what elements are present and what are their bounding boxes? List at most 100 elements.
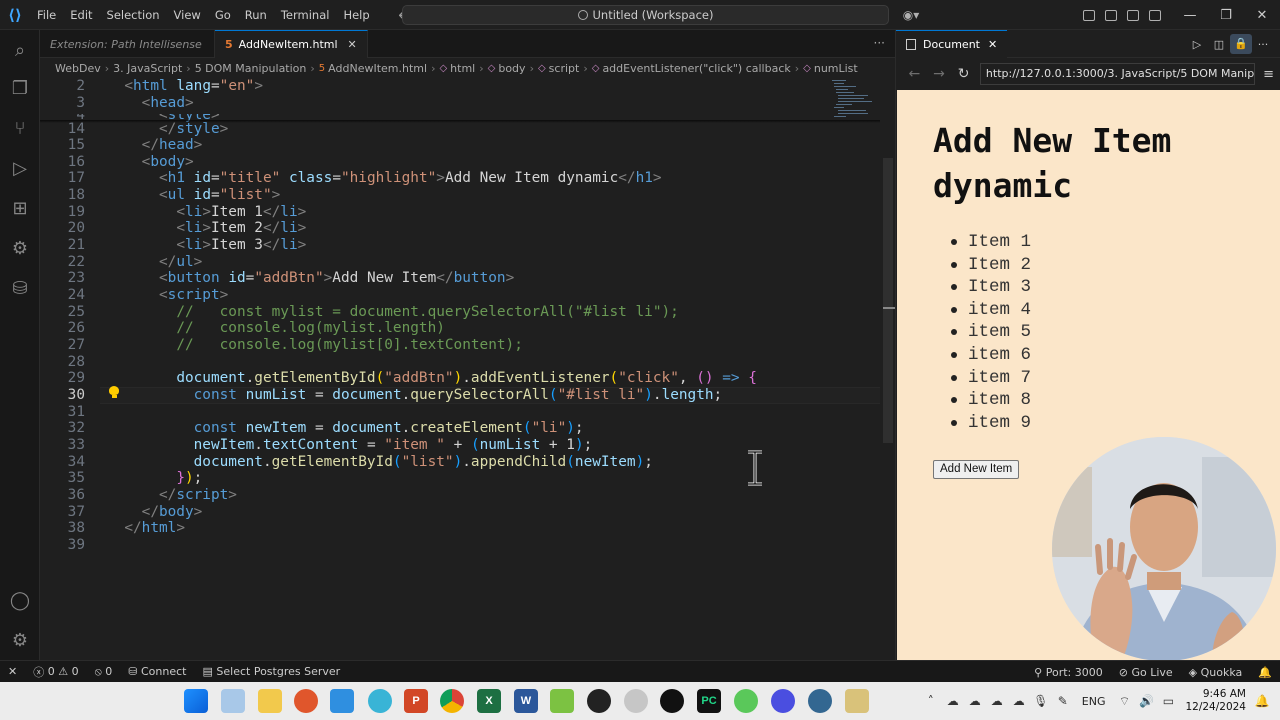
add-new-item-button[interactable]: Add New Item	[933, 460, 1020, 479]
problems-indicator[interactable]: ⓧ 0 ⚠ 0	[25, 664, 86, 680]
minimap[interactable]	[830, 78, 880, 128]
github-icon[interactable]	[587, 689, 611, 713]
search-icon[interactable]: ⌕	[0, 30, 40, 70]
browser-back-icon[interactable]: ←	[902, 66, 927, 82]
tab-document[interactable]: Document ✕	[896, 29, 1008, 58]
quokka-button[interactable]: ◈ Quokka	[1181, 666, 1251, 679]
port-indicator[interactable]: ⚲ Port: 3000	[1026, 666, 1111, 679]
code-line[interactable]: 14 </style>	[40, 121, 880, 138]
telegram-icon[interactable]	[368, 689, 392, 713]
code-line[interactable]: 29 document.getElementById("addBtn").add…	[40, 370, 880, 387]
app-icon-4[interactable]	[734, 689, 758, 713]
copilot-icon[interactable]: ◉▾	[900, 0, 922, 30]
app-icon-3[interactable]	[624, 689, 648, 713]
tiktok-icon[interactable]	[660, 689, 684, 713]
reload-icon[interactable]: ↻	[951, 66, 976, 82]
code-line[interactable]: 17 <h1 id="title" class="highlight">Add …	[40, 170, 880, 187]
breadcrumb-item[interactable]: AddNewItem.html	[328, 62, 427, 75]
database-icon[interactable]: ⛁	[0, 268, 40, 308]
vscode-taskbar-icon[interactable]	[330, 689, 354, 713]
onedrive-2-icon[interactable]: ☁	[986, 694, 1008, 708]
language-indicator[interactable]: ENG	[1082, 695, 1106, 708]
breadcrumb-item[interactable]: WebDev	[55, 62, 101, 75]
chevron-up-icon[interactable]: ˄	[920, 694, 942, 708]
code-line[interactable]: 28	[40, 354, 880, 371]
code-line[interactable]: 36 </script>	[40, 487, 880, 504]
postgres-icon[interactable]	[808, 689, 832, 713]
onedrive-3-icon[interactable]: ☁	[1008, 694, 1030, 708]
ports-indicator[interactable]: ⦸ 0	[87, 665, 121, 679]
code-line[interactable]: 30 const numList = document.querySelecto…	[40, 387, 880, 404]
restore-icon[interactable]: ❐	[1208, 0, 1244, 30]
remote-explorer-icon[interactable]: ⚙	[0, 228, 40, 268]
browser-forward-icon[interactable]: →	[927, 66, 952, 82]
code-line[interactable]: 15 </head>	[40, 137, 880, 154]
extensions-icon[interactable]: ⊞	[0, 188, 40, 228]
toggle-sidebar-icon[interactable]	[1100, 0, 1122, 30]
code-line[interactable]: 22 </ul>	[40, 254, 880, 271]
code-line[interactable]: 25 // const mylist = document.querySelec…	[40, 304, 880, 321]
breadcrumb-item[interactable]: 3. JavaScript	[113, 62, 182, 75]
menu-terminal[interactable]: Terminal	[274, 0, 337, 30]
excel-icon[interactable]: X	[477, 689, 501, 713]
chrome-icon[interactable]	[440, 689, 464, 713]
code-line[interactable]: 19 <li>Item 1</li>	[40, 204, 880, 221]
browser-menu-icon[interactable]: ≡	[1263, 67, 1274, 82]
pycharm-icon[interactable]: PC	[697, 689, 721, 713]
remote-indicator[interactable]: ✕	[0, 665, 25, 678]
breadcrumb-item[interactable]: script	[549, 62, 580, 75]
breadcrumb-item[interactable]: numList	[814, 62, 858, 75]
lightbulb-icon[interactable]	[109, 386, 119, 398]
onedrive-icon[interactable]: ☁	[964, 694, 986, 708]
command-center[interactable]: Untitled (Workspace)	[402, 5, 889, 25]
code-line[interactable]: 21 <li>Item 3</li>	[40, 237, 880, 254]
wifi-icon[interactable]: ⌔	[1113, 694, 1135, 709]
menu-selection[interactable]: Selection	[100, 0, 167, 30]
code-line[interactable]: 16 <body>	[40, 154, 880, 171]
customize-layout-icon[interactable]	[1078, 0, 1100, 30]
breadcrumb-item[interactable]: html	[450, 62, 475, 75]
tab-addnewitem-html[interactable]: 5 AddNewItem.html ✕	[215, 30, 368, 58]
code-line[interactable]: 32 const newItem = document.createElemen…	[40, 420, 880, 437]
code-editor[interactable]: 2 <html lang="en"> 3 <head> 4 <style> 14 </…	[40, 78, 895, 660]
split-editor-icon[interactable]: ◫	[1208, 38, 1230, 51]
code-line[interactable]: 24 <script>	[40, 287, 880, 304]
lock-icon[interactable]: 🔒	[1230, 34, 1252, 54]
url-input[interactable]: http://127.0.0.1:3000/3. JavaScript/5 DO…	[979, 63, 1256, 85]
code-line[interactable]: 38 </html>	[40, 520, 880, 537]
app-icon-6[interactable]	[845, 689, 869, 713]
code-line[interactable]: 2 <html lang="en">	[40, 78, 880, 95]
file-explorer-icon[interactable]	[258, 689, 282, 713]
app-icon-1[interactable]	[294, 689, 318, 713]
source-control-icon[interactable]: ⑂	[0, 108, 40, 148]
close-icon[interactable]: ✕	[348, 38, 357, 51]
menu-file[interactable]: File	[30, 0, 63, 30]
code-line[interactable]: 3 <head>	[40, 95, 880, 112]
menu-view[interactable]: View	[167, 0, 208, 30]
tab-extension-path-intellisense[interactable]: Extension: Path Intellisense	[40, 30, 215, 58]
breadcrumb-item[interactable]: addEventListener("click") callback	[602, 62, 790, 75]
breadcrumb-item[interactable]: body	[498, 62, 525, 75]
toggle-panel-icon[interactable]	[1122, 0, 1144, 30]
pen-icon[interactable]: ✎	[1052, 694, 1074, 708]
code-line[interactable]: 37 </body>	[40, 504, 880, 521]
code-line[interactable]: 20 <li>Item 2</li>	[40, 220, 880, 237]
cloud-icon[interactable]: ☁	[942, 694, 964, 708]
explorer-icon[interactable]: ❐	[0, 68, 40, 108]
microphone-icon[interactable]: 🎙	[1030, 694, 1052, 708]
snipping-tool-icon[interactable]	[221, 689, 245, 713]
word-icon[interactable]: W	[514, 689, 538, 713]
toggle-secondary-sidebar-icon[interactable]	[1144, 0, 1166, 30]
select-postgres-button[interactable]: ▤ Select Postgres Server	[194, 665, 348, 678]
run-icon[interactable]: ▷	[1186, 38, 1208, 51]
minimize-icon[interactable]: —	[1172, 0, 1208, 30]
code-line[interactable]: 39	[40, 537, 880, 554]
code-line[interactable]: 26 // console.log(mylist.length)	[40, 320, 880, 337]
menu-go[interactable]: Go	[208, 0, 238, 30]
code-line[interactable]: 27 // console.log(mylist[0].textContent)…	[40, 337, 880, 354]
powerpoint-icon[interactable]: P	[404, 689, 428, 713]
code-line[interactable]: 18 <ul id="list">	[40, 187, 880, 204]
app-icon-2[interactable]	[550, 689, 574, 713]
go-live-button[interactable]: ⊘ Go Live	[1111, 666, 1181, 679]
menu-edit[interactable]: Edit	[63, 0, 99, 30]
